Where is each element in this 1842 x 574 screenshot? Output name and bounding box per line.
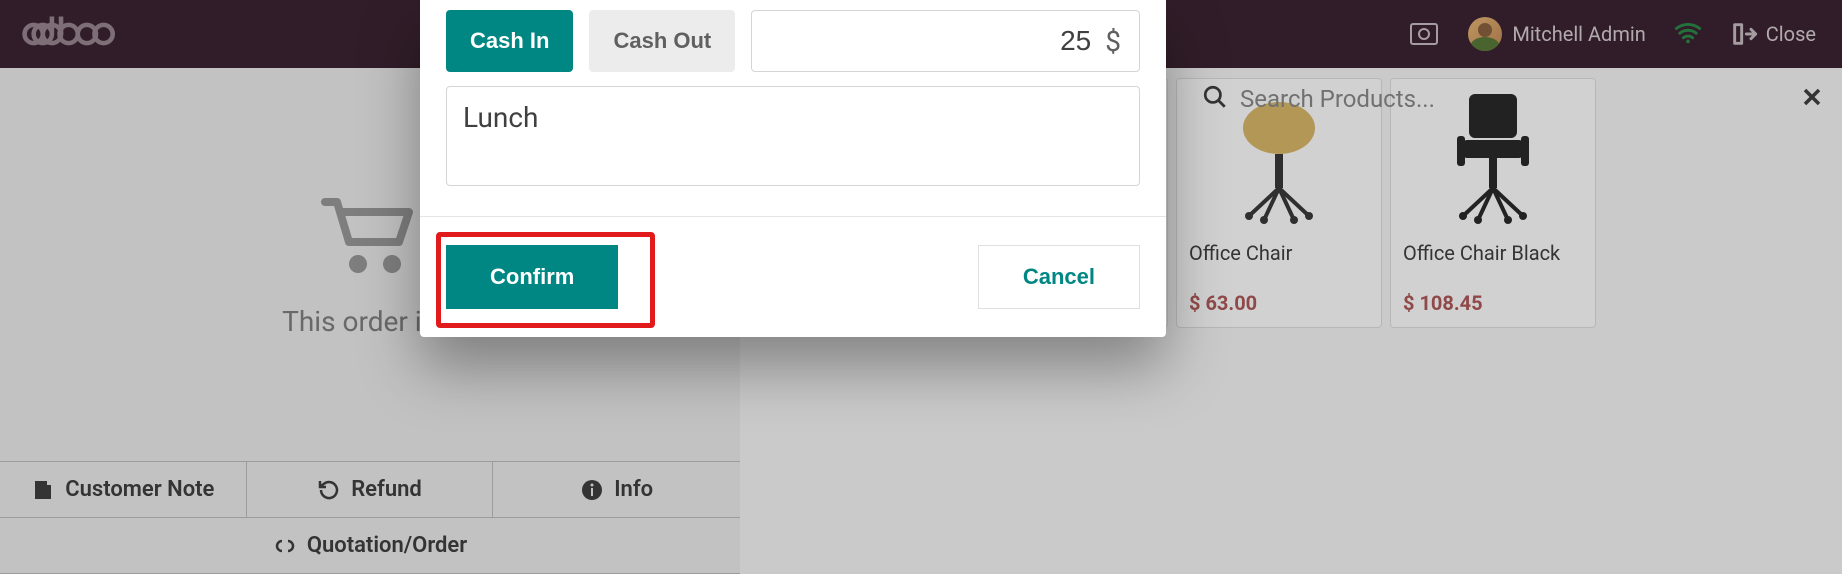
- info-label: Info: [614, 477, 653, 502]
- amount-input[interactable]: [770, 25, 1091, 57]
- quotation-order-button[interactable]: Quotation/Order: [0, 518, 740, 574]
- close-button[interactable]: Close: [1730, 20, 1816, 48]
- clear-search-icon[interactable]: [1800, 85, 1824, 113]
- wifi-icon: [1674, 18, 1702, 51]
- cash-out-tab[interactable]: Cash Out: [589, 10, 735, 72]
- info-button[interactable]: Info: [493, 462, 740, 518]
- reason-textarea[interactable]: [463, 101, 1123, 167]
- cash-in-tab[interactable]: Cash In: [446, 10, 573, 72]
- cancel-button[interactable]: Cancel: [978, 245, 1140, 309]
- quotation-label: Quotation/Order: [307, 533, 467, 558]
- customer-note-label: Customer Note: [65, 477, 214, 502]
- close-label: Close: [1766, 22, 1816, 46]
- search-icon: [1202, 84, 1228, 114]
- refund-button[interactable]: Refund: [247, 462, 494, 518]
- amount-field-wrap[interactable]: $: [751, 10, 1140, 72]
- cash-modal: Cash In Cash Out $ Confirm Cancel: [420, 0, 1166, 337]
- cash-register-icon[interactable]: [1410, 23, 1438, 45]
- cart-icon: [320, 192, 420, 289]
- currency-symbol: $: [1105, 25, 1121, 58]
- search-bar[interactable]: Search Products...: [1186, 68, 1842, 130]
- odoo-logo[interactable]: [20, 0, 142, 68]
- search-placeholder: Search Products...: [1240, 85, 1800, 113]
- confirm-button[interactable]: Confirm: [446, 245, 618, 309]
- order-actions: Customer Note Refund Info Quotation/Orde…: [0, 461, 740, 574]
- reason-field-wrap[interactable]: [446, 86, 1140, 186]
- user-name: Mitchell Admin: [1512, 22, 1645, 46]
- refund-label: Refund: [351, 477, 422, 502]
- customer-note-button[interactable]: Customer Note: [0, 462, 247, 518]
- user-menu[interactable]: Mitchell Admin: [1468, 17, 1645, 51]
- avatar: [1468, 17, 1502, 51]
